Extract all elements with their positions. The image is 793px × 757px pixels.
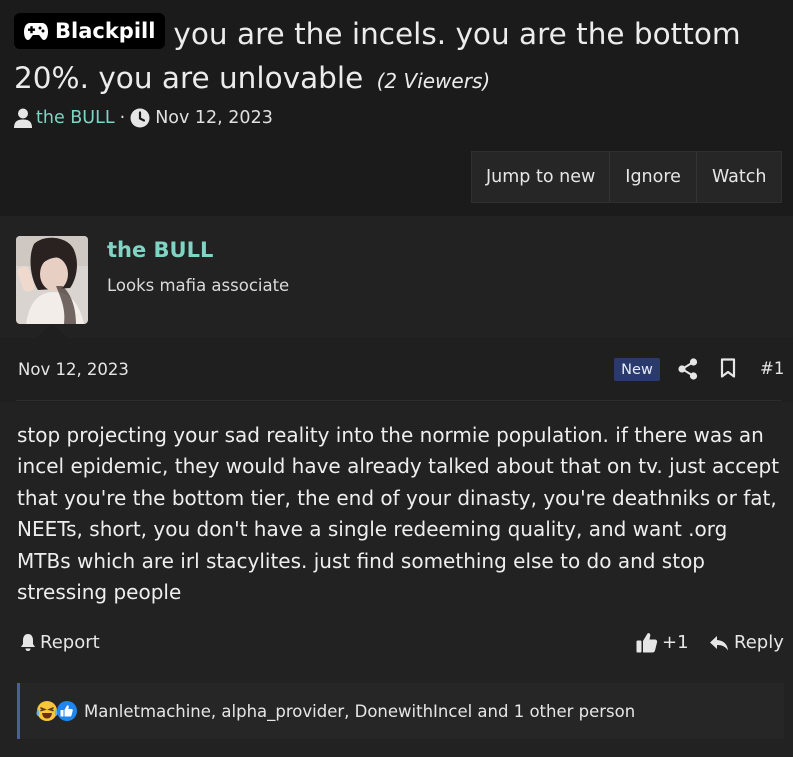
post-username[interactable]: the BULL [107,238,213,262]
message-divider [16,400,781,401]
gamepad-icon [24,23,48,40]
thread-date[interactable]: Nov 12, 2023 [155,108,273,128]
post-date[interactable]: Nov 12, 2023 [18,360,129,379]
thumbs-up-icon [636,633,658,653]
jump-to-new-button[interactable]: Jump to new [472,152,609,202]
thread-title: Blackpill you are the incels. you are th… [14,12,774,103]
thread-header: Blackpill you are the incels. you are th… [0,0,793,216]
post: the BULL Looks mafia associate Nov 12, 2… [0,216,793,757]
thread-prefix-label: Blackpill [55,19,156,43]
post-number-link[interactable]: #1 [760,359,784,378]
thread-prefix-badge[interactable]: Blackpill [14,13,166,49]
thread-meta: the BULL · Nov 12, 2023 [14,108,273,128]
clock-icon [130,108,150,128]
bookmark-icon[interactable] [720,358,736,382]
viewer-count: (2 Viewers) [376,69,491,93]
user-icon [14,108,32,128]
meta-separator: · [119,108,126,128]
bell-icon [21,634,35,651]
share-icon[interactable] [678,358,698,384]
report-button[interactable]: Report [20,632,100,653]
like-reaction-icon [57,701,77,721]
user-block-arrow [36,324,68,338]
watch-button[interactable]: Watch [695,152,781,202]
reactions-bar[interactable]: Manletmachine, alpha_provider, DonewithI… [17,683,784,739]
user-title: Looks mafia associate [107,276,290,295]
post-footer-actions: Report +1 Reply [0,632,793,662]
avatar[interactable] [16,236,88,324]
reaction-icons [36,700,78,722]
like-button[interactable]: +1 [636,632,689,653]
like-count: +1 [662,632,689,653]
ignore-button[interactable]: Ignore [609,152,696,202]
report-label: Report [40,632,100,653]
reply-button[interactable]: Reply [709,632,784,653]
thread-actions: Jump to new Ignore Watch [471,151,783,203]
new-badge: New [614,358,660,381]
reply-label: Reply [734,632,784,653]
avatar-image [16,236,88,324]
thread-author-link[interactable]: the BULL [36,108,115,128]
post-user-block: the BULL Looks mafia associate [0,216,793,338]
reply-icon [710,635,728,650]
crying-laughing-emoji-icon [36,701,58,721]
reactions-names[interactable]: Manletmachine, alpha_provider, DonewithI… [84,702,635,721]
post-body: stop projecting your sad reality into th… [17,423,780,605]
